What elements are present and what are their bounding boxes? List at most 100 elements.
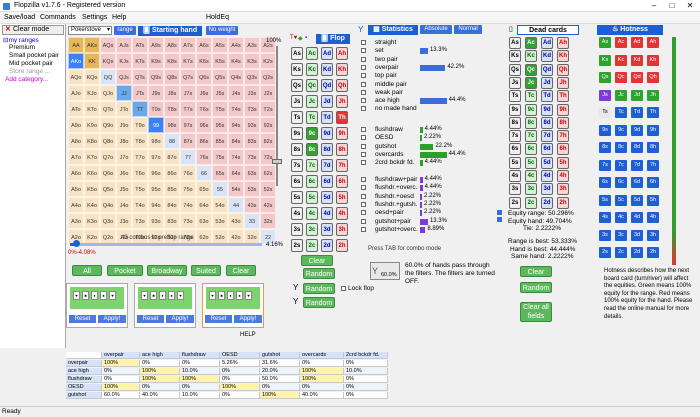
- hand-cell-K6s[interactable]: K6s: [196, 53, 212, 69]
- hand-cell-K3o[interactable]: K3o: [84, 213, 100, 229]
- hand-cell-86s[interactable]: 86s: [196, 133, 212, 149]
- dead-card-8c[interactable]: 8c: [525, 116, 537, 129]
- flop-card-4d[interactable]: 4d: [321, 207, 333, 220]
- stat-checkbox[interactable]: [361, 218, 366, 224]
- dead-card-4d[interactable]: 4d: [541, 170, 553, 182]
- flop-card-9c[interactable]: 9c: [306, 127, 318, 140]
- weight-slider-handle[interactable]: [272, 159, 282, 164]
- hand-cell-K4o[interactable]: K4o: [84, 197, 100, 213]
- hand-cell-A8o[interactable]: A8o: [68, 133, 84, 149]
- flop-card-3s[interactable]: 3s: [291, 223, 303, 236]
- hand-cell-T6o[interactable]: T6o: [132, 165, 148, 181]
- hand-cell-74s[interactable]: 74s: [228, 149, 244, 165]
- dead-card-6c[interactable]: 6c: [525, 143, 537, 156]
- hand-cell-ATs[interactable]: ATs: [132, 37, 148, 53]
- hand-cell-85s[interactable]: 85s: [212, 133, 228, 149]
- hand-cell-43s[interactable]: 43s: [244, 197, 260, 213]
- hand-cell-JJ[interactable]: JJ: [116, 85, 132, 101]
- stat-checkbox[interactable]: [361, 98, 366, 104]
- range-button[interactable]: range: [114, 26, 136, 35]
- hand-cell-A7s[interactable]: A7s: [180, 37, 196, 53]
- hand-cell-Q6s[interactable]: Q6s: [196, 69, 212, 85]
- flop-card-9h[interactable]: 9h: [336, 127, 348, 140]
- flop-card-Ah[interactable]: Ah: [336, 47, 348, 60]
- dead-card-Qc[interactable]: Qc: [525, 63, 537, 76]
- hand-cell-94s[interactable]: 94s: [228, 117, 244, 133]
- dead-card-7s[interactable]: 7s: [509, 130, 521, 143]
- hand-cell-83s[interactable]: 83s: [244, 133, 260, 149]
- flop-card-2c[interactable]: 2c: [306, 239, 318, 252]
- pocket-button[interactable]: Pocket: [107, 265, 143, 276]
- dead-card-Th[interactable]: Th: [557, 90, 569, 103]
- close-button[interactable]: ✕: [681, 0, 699, 12]
- hand-cell-Q2s[interactable]: Q2s: [260, 69, 276, 85]
- tree-item-premium[interactable]: Premium: [9, 44, 35, 51]
- hand-cell-96s[interactable]: 96s: [196, 117, 212, 133]
- apply-button-3[interactable]: Apply!: [234, 315, 262, 323]
- help-link[interactable]: HELP: [240, 332, 256, 338]
- hand-cell-77[interactable]: 77: [180, 149, 196, 165]
- dead-card-Jd[interactable]: Jd: [541, 76, 553, 89]
- hand-cell-J3o[interactable]: J3o: [116, 213, 132, 229]
- hand-cell-82s[interactable]: 82s: [260, 133, 276, 149]
- flop-card-3d[interactable]: 3d: [321, 223, 333, 236]
- stat-checkbox[interactable]: [361, 73, 366, 79]
- tree-item-small-pocket-pair[interactable]: Small pocket pair: [9, 52, 59, 59]
- hand-cell-92s[interactable]: 92s: [260, 117, 276, 133]
- hand-cell-KJs[interactable]: KJs: [116, 53, 132, 69]
- flop-card-As[interactable]: As: [291, 47, 303, 60]
- flop-card-Kh[interactable]: Kh: [336, 63, 348, 76]
- flop-card-Kd[interactable]: Kd: [321, 63, 333, 76]
- hand-cell-64s[interactable]: 64s: [228, 165, 244, 181]
- weight-slider-track[interactable]: [276, 46, 278, 186]
- flop-card-8h[interactable]: 8h: [336, 143, 348, 156]
- hand-cell-AQo[interactable]: AQo: [68, 69, 84, 85]
- hand-cell-95s[interactable]: 95s: [212, 117, 228, 133]
- dead-card-9s[interactable]: 9s: [509, 103, 521, 116]
- apply-button-2[interactable]: Apply!: [166, 315, 194, 323]
- dead-card-Ac[interactable]: Ac: [525, 37, 537, 49]
- flop-card-Jd[interactable]: Jd: [321, 95, 333, 108]
- dead-card-9d[interactable]: 9d: [541, 103, 553, 116]
- flop-card-Th[interactable]: Th: [336, 111, 348, 124]
- stat-checkbox[interactable]: [361, 193, 366, 199]
- flop-card-7d[interactable]: 7d: [321, 159, 333, 172]
- dead-card-2c[interactable]: 2c: [525, 196, 537, 209]
- hand-cell-J8o[interactable]: J8o: [116, 133, 132, 149]
- hand-cell-55[interactable]: 55: [212, 181, 228, 197]
- hand-cell-AJs[interactable]: AJs: [116, 37, 132, 53]
- filter-icon[interactable]: Y: [293, 283, 298, 292]
- hand-cell-A6o[interactable]: A6o: [68, 165, 84, 181]
- hand-cell-53s[interactable]: 53s: [244, 181, 260, 197]
- hand-cell-97s[interactable]: 97s: [180, 117, 196, 133]
- diamond-filter-icon[interactable]: ▪: [305, 35, 307, 41]
- dead-card-6d[interactable]: 6d: [541, 143, 553, 156]
- flop-card-Td[interactable]: Td: [321, 111, 333, 124]
- flop-card-Kc[interactable]: Kc: [306, 63, 318, 76]
- hand-cell-J2s[interactable]: J2s: [260, 85, 276, 101]
- hand-cell-42s[interactable]: 42s: [260, 197, 276, 213]
- flop-card-2h[interactable]: 2h: [336, 239, 348, 252]
- hand-cell-KJo[interactable]: KJo: [84, 85, 100, 101]
- hand-cell-ATo[interactable]: ATo: [68, 101, 84, 117]
- flop-card-8d[interactable]: 8d: [321, 143, 333, 156]
- hand-cell-64o[interactable]: 64o: [196, 197, 212, 213]
- hand-cell-T8o[interactable]: T8o: [132, 133, 148, 149]
- hand-cell-J7o[interactable]: J7o: [116, 149, 132, 165]
- flop-card-Ks[interactable]: Ks: [291, 63, 303, 76]
- hand-cell-K6o[interactable]: K6o: [84, 165, 100, 181]
- flop-card-Qc[interactable]: Qc: [306, 79, 318, 92]
- dead-card-Ad[interactable]: Ad: [541, 37, 553, 49]
- hand-cell-A6s[interactable]: A6s: [196, 37, 212, 53]
- hand-cell-54s[interactable]: 54s: [228, 181, 244, 197]
- stat-checkbox[interactable]: [361, 48, 366, 54]
- filter-icon-2[interactable]: Y: [293, 297, 298, 306]
- hand-cell-54o[interactable]: 54o: [212, 197, 228, 213]
- hand-cell-98o[interactable]: 98o: [148, 133, 164, 149]
- hand-cell-K9s[interactable]: K9s: [148, 53, 164, 69]
- stat-checkbox[interactable]: [361, 210, 366, 216]
- tree-item-my-ranges[interactable]: ⊟my ranges: [3, 36, 39, 44]
- hand-cell-QQ[interactable]: QQ: [100, 69, 116, 85]
- hand-cell-98s[interactable]: 98s: [164, 117, 180, 133]
- hand-cell-QTs[interactable]: QTs: [132, 69, 148, 85]
